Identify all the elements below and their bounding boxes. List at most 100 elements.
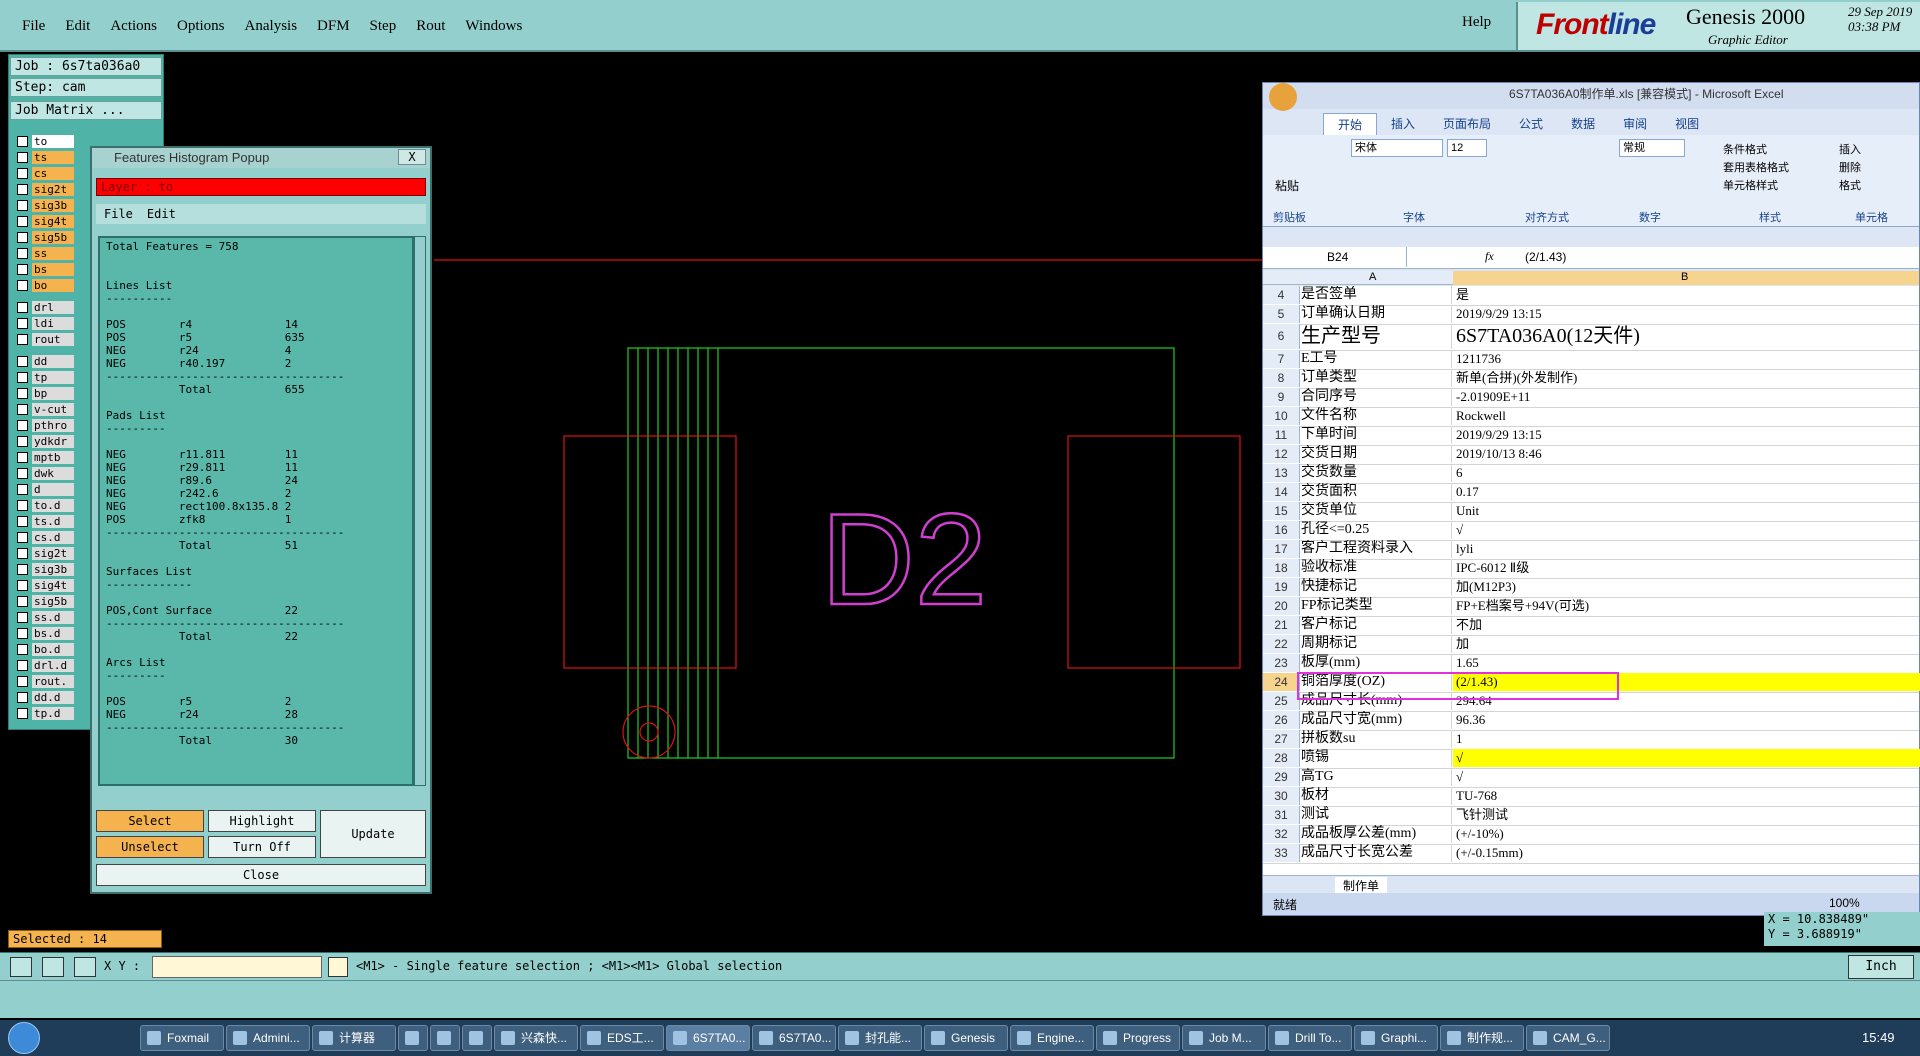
cell-b[interactable]: FP+E档案号+94V(可选) <box>1453 597 1920 615</box>
layer-name[interactable]: dwk <box>32 466 74 480</box>
measure-icon[interactable] <box>10 957 32 977</box>
job-matrix-button[interactable]: Job Matrix ... <box>10 101 162 120</box>
menu-step[interactable]: Step <box>360 18 407 35</box>
layer-name[interactable]: d <box>32 482 74 496</box>
taskbar-item[interactable]: Progress <box>1096 1025 1180 1051</box>
menu-file[interactable]: File <box>12 18 55 35</box>
table-format-button[interactable]: 套用表格格式 <box>1723 159 1789 175</box>
layer-checkbox[interactable] <box>17 515 28 527</box>
cell-b[interactable]: 2019/9/29 13:15 <box>1453 305 1920 323</box>
cell-a[interactable]: 客户标记 <box>1301 616 1452 634</box>
cell-a[interactable]: 孔径<=0.25 <box>1301 521 1452 539</box>
cell-a[interactable]: 高TG <box>1301 768 1452 786</box>
layer-name[interactable]: sig3b <box>32 198 74 212</box>
taskbar-item[interactable]: Admini... <box>226 1025 310 1051</box>
cell-a[interactable]: 客户工程资料录入 <box>1301 540 1452 558</box>
highlight-button[interactable]: Highlight <box>208 810 316 832</box>
layer-checkbox[interactable] <box>17 419 28 431</box>
formula-input[interactable]: (2/1.43) <box>1525 250 1566 264</box>
taskbar-item[interactable]: Job M... <box>1182 1025 1266 1051</box>
layer-name[interactable]: sig2t <box>32 546 74 560</box>
cell-a[interactable]: 交货日期 <box>1301 445 1452 463</box>
layer-checkbox[interactable] <box>17 563 28 575</box>
layer-name[interactable]: cs.d <box>32 530 74 544</box>
row-number[interactable]: 30 <box>1263 787 1300 805</box>
layer-name[interactable]: bo <box>32 278 74 292</box>
spreadsheet-grid[interactable]: 4 是否签单是 5 订单确认日期 2019/9/29 13:15 6 生产型号 6S7TA03… <box>1263 286 1920 886</box>
ribbon-tab[interactable]: 插入 <box>1377 113 1429 135</box>
row-number[interactable]: 31 <box>1263 806 1300 824</box>
font-size-select[interactable]: 12 <box>1447 139 1487 157</box>
layer-name[interactable]: bs.d <box>32 626 74 640</box>
ribbon-tab[interactable]: 开始 <box>1323 113 1378 135</box>
layer-checkbox[interactable] <box>17 675 28 687</box>
layer-name[interactable]: to <box>32 134 74 148</box>
cell-b[interactable]: 1.65 <box>1453 654 1920 672</box>
format-cell-button[interactable]: 格式 <box>1839 177 1861 193</box>
cell-a[interactable]: 交货数量 <box>1301 464 1452 482</box>
menu-options[interactable]: Options <box>167 18 235 35</box>
layer-checkbox[interactable] <box>17 595 28 607</box>
layer-name[interactable]: ydkdr <box>32 434 74 448</box>
row-number[interactable]: 21 <box>1263 616 1300 634</box>
fx-icon[interactable]: fx <box>1485 249 1494 264</box>
layer-name[interactable]: to.d <box>32 498 74 512</box>
layer-checkbox[interactable] <box>17 317 28 329</box>
cell-b[interactable]: 6 <box>1453 464 1920 482</box>
layer-name[interactable]: bo.d <box>32 642 74 656</box>
cell-a[interactable]: 周期标记 <box>1301 635 1452 653</box>
unit-toggle[interactable]: Inch <box>1848 955 1914 979</box>
cell-b[interactable]: √ <box>1453 768 1920 786</box>
row-number[interactable]: 24 <box>1263 673 1300 691</box>
layer-checkbox[interactable] <box>17 435 28 447</box>
taskbar-item[interactable]: 封孔能... <box>838 1025 922 1051</box>
sheet-tab[interactable]: 制作单 <box>1335 877 1388 894</box>
cell-b[interactable]: (+/-10%) <box>1453 825 1920 843</box>
menu-analysis[interactable]: Analysis <box>235 18 308 35</box>
row-number[interactable]: 11 <box>1263 426 1300 444</box>
row-number[interactable]: 28 <box>1263 749 1300 767</box>
cell-a[interactable]: 成品尺寸宽(mm) <box>1301 711 1452 729</box>
taskbar-item[interactable] <box>462 1025 492 1051</box>
row-number[interactable]: 13 <box>1263 464 1300 482</box>
menu-edit[interactable]: Edit <box>55 18 100 35</box>
layer-checkbox[interactable] <box>17 183 28 195</box>
taskbar-item[interactable]: Graphi... <box>1354 1025 1438 1051</box>
layer-name[interactable]: bp <box>32 386 74 400</box>
ribbon-tab[interactable]: 公式 <box>1505 113 1557 135</box>
close-button[interactable]: Close <box>96 864 426 886</box>
turn-off-button[interactable]: Turn Off <box>208 836 316 858</box>
row-number[interactable]: 4 <box>1263 286 1300 304</box>
row-number[interactable]: 19 <box>1263 578 1300 596</box>
layer-name[interactable]: v-cut <box>32 402 74 416</box>
ribbon-tab[interactable]: 审阅 <box>1609 113 1661 135</box>
cell-a[interactable]: 生产型号 <box>1301 324 1452 349</box>
cell-a[interactable]: 喷锡 <box>1301 749 1452 767</box>
menu-windows[interactable]: Windows <box>455 18 532 35</box>
conditional-format-button[interactable]: 条件格式 <box>1723 141 1767 157</box>
start-button-icon[interactable] <box>8 1022 40 1054</box>
row-number[interactable]: 23 <box>1263 654 1300 672</box>
cell-b[interactable]: -2.01909E+11 <box>1453 388 1920 406</box>
layer-checkbox[interactable] <box>17 151 28 163</box>
ribbon-tab[interactable]: 数据 <box>1557 113 1609 135</box>
layer-name[interactable]: tp.d <box>32 706 74 720</box>
row-number[interactable]: 7 <box>1263 350 1300 368</box>
row-number[interactable]: 10 <box>1263 407 1300 425</box>
layer-checkbox[interactable] <box>17 167 28 179</box>
taskbar-item[interactable] <box>430 1025 460 1051</box>
layer-name[interactable]: ldi <box>32 316 74 330</box>
layer-checkbox[interactable] <box>17 467 28 479</box>
cell-style-button[interactable]: 单元格样式 <box>1723 177 1778 193</box>
layer-checkbox[interactable] <box>17 199 28 211</box>
insert-cell-button[interactable]: 插入 <box>1839 141 1861 157</box>
layer-checkbox[interactable] <box>17 231 28 243</box>
layer-checkbox[interactable] <box>17 333 28 345</box>
histogram-list[interactable]: Total Features = 758 Lines List --------… <box>98 236 414 786</box>
cell-b[interactable]: Unit <box>1453 502 1920 520</box>
cell-b[interactable]: 飞针测试 <box>1453 806 1920 824</box>
cell-b[interactable]: 2019/9/29 13:15 <box>1453 426 1920 444</box>
layer-checkbox[interactable] <box>17 547 28 559</box>
office-button-icon[interactable] <box>1269 83 1297 111</box>
layer-name[interactable]: pthro <box>32 418 74 432</box>
